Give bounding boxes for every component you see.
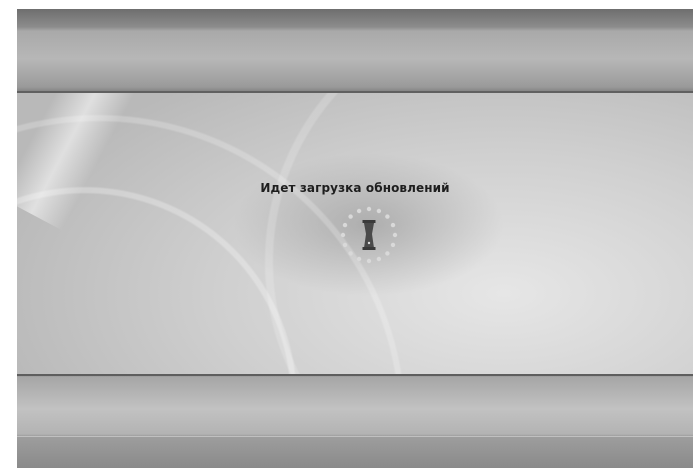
top-band <box>17 9 693 93</box>
spinner-center-glyph <box>362 220 376 250</box>
bottom-band <box>17 374 693 468</box>
status-message: Идет загрузка обновлений <box>260 181 450 195</box>
loading-spinner-icon <box>340 206 398 264</box>
update-screen: Идет загрузка обновлений <box>17 9 693 468</box>
